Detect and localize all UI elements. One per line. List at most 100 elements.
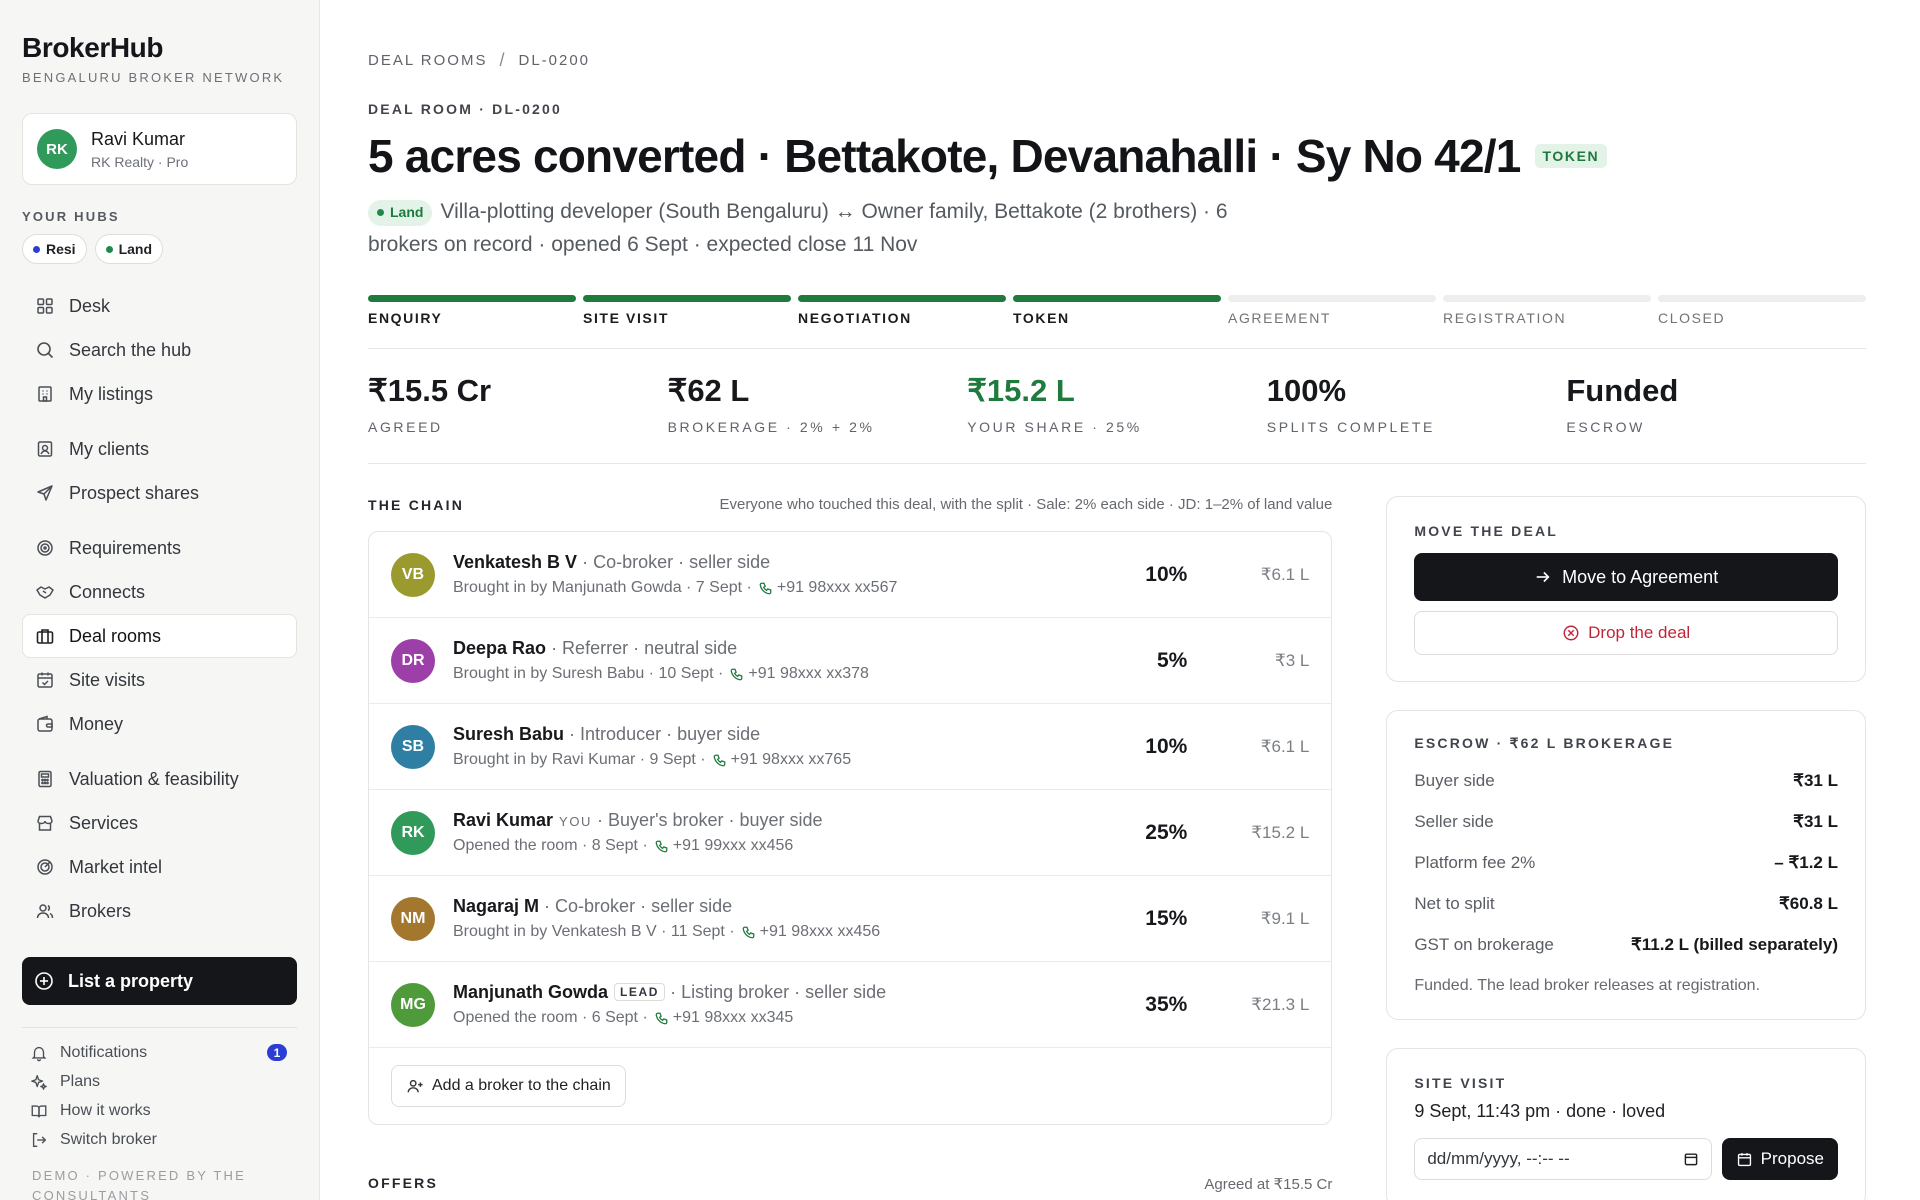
chain-list: VB Venkatesh B V · Co-broker · seller sid… [368,531,1333,1125]
sidebar-item-money[interactable]: Money [22,702,297,746]
stat-value: ₹62 L [667,373,750,408]
escrow-row: GST on brokerage ₹11.2 L (billed separate… [1414,924,1838,965]
escrow-row-label: Buyer side [1414,770,1495,790]
stat-splits: 100% SPLITS COMPLETE [1267,373,1567,435]
sidebar-item-label: Requirements [69,537,182,558]
stage-label: REGISTRATION [1443,310,1567,326]
stage-bar [1658,295,1866,302]
status-badge: TOKEN [1534,144,1608,168]
avatar: VB [391,552,435,597]
sidebar-item-listings[interactable]: My listings [22,372,297,416]
sidebar-item-label: How it works [60,1101,151,1119]
sidebar-item-label: Notifications [60,1043,148,1061]
sidebar-item-search[interactable]: Search the hub [22,328,297,372]
user-subtitle: RK Realty · Pro [91,153,189,170]
sidebar-item-plans[interactable]: Plans [22,1067,297,1096]
sidebar-item-desk[interactable]: Desk [22,284,297,328]
deal-description-text: Villa-plotting developer (South Bengalur… [368,200,1228,256]
stage-label: TOKEN [1013,310,1070,326]
broker-phone[interactable]: +91 98xxx xx567 [777,579,898,597]
sidebar-item-how-it-works[interactable]: How it works [22,1096,297,1125]
sidebar-item-label: Connects [69,581,146,602]
broker-phone[interactable]: +91 98xxx xx765 [731,751,852,769]
sidebar-item-notifications[interactable]: Notifications 1 [22,1038,297,1067]
sidebar-item-requirements[interactable]: Requirements [22,526,297,570]
broker-phone[interactable]: +91 98xxx xx378 [748,665,869,683]
demo-footer: DEMO · POWERED BY THE CONSULTANTS [32,1168,247,1200]
broker-name: Nagaraj M [453,896,540,916]
search-icon [37,342,54,359]
sidebar-item-deal-rooms[interactable]: Deal rooms [22,614,297,658]
visit-datetime-input[interactable]: dd/mm/yyyy, --:-- -- [1414,1138,1712,1180]
move-to-agreement-button[interactable]: Move to Agreement [1414,553,1838,601]
plus-circle-icon [35,972,53,990]
broker-phone[interactable]: +91 98xxx xx345 [673,1009,794,1027]
add-broker-button[interactable]: Add a broker to the chain [391,1065,626,1107]
stat-value: 100% [1266,373,1347,408]
sidebar-item-brokers[interactable]: Brokers [22,889,297,933]
broker-phone[interactable]: +91 98xxx xx456 [760,923,881,941]
escrow-row-value: ₹11.2 L (billed separately) [1630,934,1838,954]
sidebar-item-label: Desk [69,295,111,316]
propose-button[interactable]: Propose [1721,1138,1838,1180]
hub-chip-resi[interactable]: Resi [22,234,87,264]
sidebar-item-valuation[interactable]: Valuation & feasibility [22,757,297,801]
sidebar-item-label: Market intel [69,856,163,877]
x-circle-icon [1563,625,1579,641]
hub-chip-label: Resi [46,241,76,257]
calendar-icon[interactable] [1683,1151,1699,1167]
card-title: SITE VISIT [1414,1075,1507,1091]
sparkle-icon [31,1074,47,1090]
phone-icon [731,668,743,680]
list-property-button[interactable]: List a property [22,957,297,1005]
arrow-right-icon [1536,571,1550,583]
escrow-card: ESCROW · ₹62 L BROKERAGE Buyer side ₹31 L… [1386,710,1866,1020]
escrow-row-value: ₹31 L [1793,770,1838,790]
drop-button-label: Drop the deal [1588,623,1691,642]
sidebar-item-switch-broker[interactable]: Switch broker [22,1125,297,1154]
sidebar-item-connects[interactable]: Connects [22,570,297,614]
split-percent: 35% [1145,992,1188,1016]
stats-row: ₹15.5 Cr AGREED ₹62 L BROKERAGE · 2% + 2% … [368,349,1866,463]
stage-label: ENQUIRY [368,310,443,326]
broker-origin: Brought in by Manjunath Gowda · 7 Sept · [453,579,752,596]
broker-phone[interactable]: +91 99xxx xx456 [673,837,794,855]
avatar: NM [391,896,435,941]
stat-brokerage: ₹62 L BROKERAGE · 2% + 2% [668,373,968,435]
page-title: 5 acres converted · Bettakote, Devanahal… [368,130,1521,182]
sidebar-item-prospect-shares[interactable]: Prospect shares [22,471,297,515]
table-row[interactable]: RK Ravi Kumar YOU · Buyer's broker · buyer… [369,790,1332,876]
stat-label: SPLITS COMPLETE [1266,419,1435,435]
user-card[interactable]: RK Ravi Kumar RK Realty · Pro [22,113,297,185]
sidebar: BrokerHub BENGALURU BROKER NETWORK RK Ra… [0,0,320,1200]
split-amount: ₹9.1 L [1260,908,1310,928]
breadcrumb-current: DL-0200 [518,52,591,69]
notification-count-badge: 1 [267,1044,287,1061]
briefcase-icon [36,629,54,644]
drop-deal-button[interactable]: Drop the deal [1414,611,1838,655]
table-row[interactable]: NM Nagaraj M · Co-broker · seller side Bro… [369,876,1332,962]
table-row[interactable]: SB Suresh Babu · Introducer · buyer side B… [369,704,1332,790]
sidebar-item-label: Prospect shares [69,482,200,503]
broker-origin: Opened the room · 8 Sept · [453,837,648,854]
table-row[interactable]: VB Venkatesh B V · Co-broker · seller sid… [369,532,1332,618]
dot-icon [377,209,384,216]
broker-name: Venkatesh B V [453,552,578,572]
building-icon [38,386,52,402]
hub-chip-land[interactable]: Land [94,234,164,264]
sidebar-item-market-intel[interactable]: Market intel [22,845,297,889]
broker-origin: Opened the room · 6 Sept · [453,1009,648,1026]
table-row[interactable]: MG Manjunath Gowda LEAD · Listing broker ·… [369,962,1332,1048]
dot-icon [105,245,113,253]
radar-icon [37,859,53,875]
split-percent: 25% [1145,820,1188,844]
sidebar-item-clients[interactable]: My clients [22,427,297,471]
deal-side-panel: MOVE THE DEAL Move to Agreement Drop the… [1386,496,1866,1200]
broker-name: Deepa Rao [453,638,547,658]
table-row[interactable]: DR Deepa Rao · Referrer · neutral side Bro… [369,618,1332,704]
sidebar-item-label: Valuation & feasibility [69,768,239,789]
breadcrumb-parent[interactable]: DEAL ROOMS [368,52,487,69]
sidebar-item-site-visits[interactable]: Site visits [22,658,297,702]
stat-label: AGREED [368,419,443,435]
sidebar-item-services[interactable]: Services [22,801,297,845]
